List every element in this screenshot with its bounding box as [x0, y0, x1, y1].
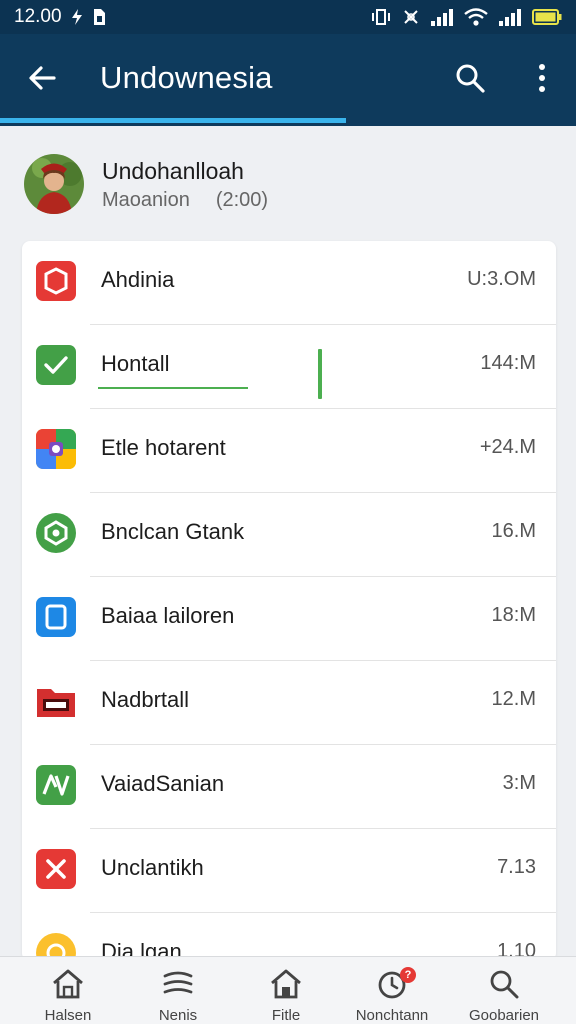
nav-label: Nenis: [158, 1007, 198, 1024]
tablet-icon: [36, 597, 76, 637]
nav-item-files[interactable]: Fitle: [231, 957, 341, 1024]
bottom-nav: Halsen Nenis Fitle ? Nonchtann Goobarien: [0, 956, 576, 1024]
nav-item-home[interactable]: Halsen: [13, 957, 123, 1024]
app-size: 3:M: [502, 772, 536, 794]
nav-label: Fitle: [271, 1007, 301, 1024]
app-bar: Undownesia: [0, 34, 576, 126]
profile-subtitle: Maoanion (2:00): [102, 189, 268, 212]
app-name: Etle hotarent: [101, 435, 226, 460]
check-icon: [36, 345, 76, 385]
text-cursor: [318, 349, 322, 399]
search-button[interactable]: [448, 56, 492, 100]
more-options-button[interactable]: [520, 56, 564, 100]
battery-icon: [532, 8, 562, 26]
list-item[interactable]: Hontall 144:M: [22, 325, 556, 409]
home-icon: [48, 967, 88, 1001]
box-icon: [36, 261, 76, 301]
nav-label: Nonchtann: [355, 1007, 429, 1024]
charging-icon: [70, 8, 84, 26]
list-item[interactable]: Etle hotarent +24.M: [22, 409, 556, 493]
app-size: +24.M: [479, 436, 536, 458]
status-bar: 12.00: [0, 0, 576, 34]
nav-item-menu[interactable]: Nenis: [123, 957, 233, 1024]
app-name: Baiaa lailoren: [101, 603, 235, 628]
app-name: Unclantikh: [101, 855, 204, 880]
more-vert-icon: [539, 64, 545, 92]
app-name: Hontall: [101, 351, 170, 376]
sim-icon: [92, 8, 106, 26]
search-icon: [456, 64, 485, 93]
profile-name: Undohanlloah: [102, 158, 244, 184]
list-item[interactable]: Nadbrtall 12.M: [22, 661, 556, 745]
list-item[interactable]: Baiaa lailoren 18:M: [22, 577, 556, 661]
list-item[interactable]: Ahdinia U:3.OM: [22, 241, 556, 325]
app-name: VaiadSanian: [101, 771, 225, 796]
list-item[interactable]: Unclantikh 7.13: [22, 829, 556, 913]
notification-badge: ?: [400, 967, 416, 983]
hexagon-icon: [36, 513, 76, 553]
list-item[interactable]: VaiadSanian 3:M: [22, 745, 556, 829]
list-item[interactable]: Bnclcan Gtank 16.M: [22, 493, 556, 577]
app-size: 144:M: [480, 352, 536, 374]
search-icon: [484, 967, 524, 1001]
wifi-icon: [464, 8, 488, 26]
back-button[interactable]: [20, 56, 64, 100]
app-name: Nadbrtall: [101, 687, 190, 712]
profile-subtitle-text: Maoanion: [102, 189, 190, 211]
status-time: 12.00: [14, 6, 62, 27]
app-size: U:3.OM: [467, 268, 536, 290]
signal-icon: [430, 8, 454, 26]
nav-item-search[interactable]: Goobarien: [449, 957, 559, 1024]
av-icon: [36, 765, 76, 805]
arrow-left-icon: [29, 66, 56, 90]
app-list: Ahdinia U:3.OM Hontall 144:M Etle hotare…: [22, 241, 556, 961]
x-icon: [36, 849, 76, 889]
app-name: Ahdinia: [101, 267, 175, 292]
data-off-icon: [402, 8, 420, 26]
page-title: Undownesia: [100, 60, 273, 95]
menu-icon: [158, 967, 198, 1001]
app-size: 7.13: [497, 856, 536, 878]
profile-header[interactable]: Undohanlloah Maoanion (2:00): [0, 140, 576, 230]
signal-icon-2: [498, 8, 522, 26]
app-size: 12.M: [491, 688, 536, 710]
vibrate-icon: [370, 9, 392, 25]
app-size: 16.M: [491, 520, 536, 542]
progress-fill: [0, 118, 346, 123]
nav-label: Halsen: [44, 1007, 92, 1024]
folder-icon: [36, 681, 76, 721]
profile-time: (2:00): [215, 189, 269, 211]
list-item[interactable]: Dia lgan 1.10: [22, 913, 556, 961]
nav-label: Goobarien: [468, 1007, 540, 1024]
avatar: [24, 154, 84, 214]
app-name: Bnclcan Gtank: [101, 519, 245, 544]
loading-progress: [0, 118, 576, 123]
nav-item-notifications[interactable]: ? Nonchtann: [337, 957, 447, 1024]
notification-icon: ?: [372, 967, 416, 1001]
house-icon: [266, 967, 306, 1001]
app-size: 18:M: [491, 604, 536, 626]
grid-icon: [36, 429, 76, 469]
